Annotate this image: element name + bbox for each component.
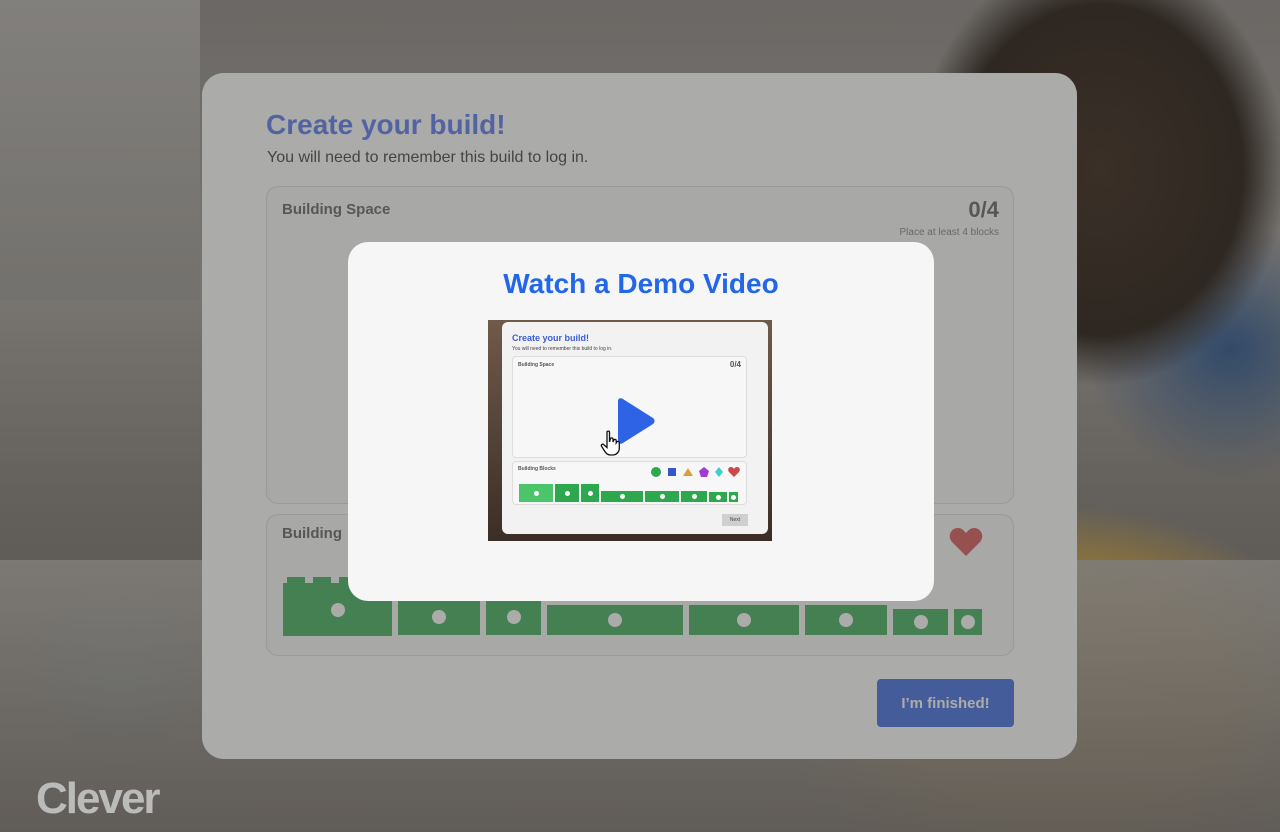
video-preview-blocks-label: Building Blocks xyxy=(518,466,556,472)
triangle-shape-icon xyxy=(683,468,693,476)
video-preview-space-label: Building Space xyxy=(518,362,555,368)
modal-title: Watch a Demo Video xyxy=(503,268,779,299)
pentagon-shape-icon xyxy=(699,467,709,477)
video-preview-block xyxy=(519,484,553,502)
diamond-shape-icon xyxy=(715,467,723,477)
demo-video-modal: Watch a Demo Video Create your build! Yo… xyxy=(348,242,934,601)
video-preview-block xyxy=(681,491,707,502)
video-preview-block xyxy=(581,484,599,502)
video-preview-block xyxy=(645,491,679,502)
square-shape-icon xyxy=(668,468,676,476)
video-preview-count: 0/4 xyxy=(729,360,741,369)
video-preview-building-blocks: Building Blocks xyxy=(512,461,747,505)
circle-shape-icon xyxy=(651,467,661,477)
video-preview-title: Create your build! xyxy=(512,333,590,343)
hand-cursor-icon xyxy=(600,430,620,456)
video-preview-subtitle: You will need to remember this build to … xyxy=(512,346,613,352)
video-preview-block xyxy=(555,484,579,502)
heart-shape-icon xyxy=(728,467,740,477)
video-preview-block xyxy=(709,492,727,502)
video-preview-block xyxy=(729,492,738,502)
demo-video-player[interactable]: Create your build! You will need to reme… xyxy=(488,320,772,541)
video-preview-next-button: Next xyxy=(722,514,748,526)
video-preview-block xyxy=(601,491,643,502)
